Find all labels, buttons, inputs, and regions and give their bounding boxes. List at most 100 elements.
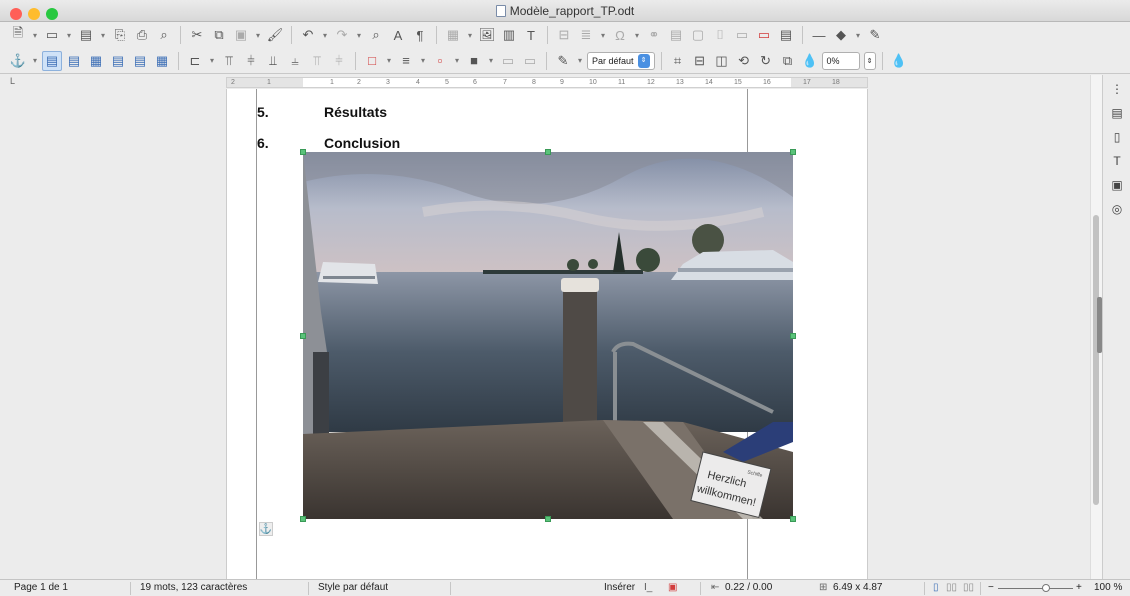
print-preview-icon[interactable]: ⌕ [154,25,174,45]
scrollbar-thumb[interactable] [1093,215,1099,505]
transparency-icon[interactable]: 💧 [800,51,820,71]
field-icon[interactable]: ≣ [576,25,596,45]
cross-reference-icon[interactable]: ▭ [732,25,752,45]
page-count[interactable]: Page 1 de 1 [14,580,68,596]
resize-handle-left[interactable] [300,333,306,339]
area-icon[interactable]: ■ [464,51,484,71]
document-area[interactable]: 5. Résultats 6. Conclusion Schiffe Herzl… [0,89,1090,579]
close-window-button[interactable] [10,8,22,20]
redo-icon[interactable]: ↷ [332,25,352,45]
flip-horizontal-icon[interactable]: ◫ [712,51,732,71]
anchor-dropdown-icon[interactable]: ▾ [30,51,40,71]
minimize-window-button[interactable] [28,8,40,20]
gallery-icon[interactable]: ▣ [1103,173,1130,197]
heading-number[interactable]: 6. [257,135,269,151]
rotate-mode-icon[interactable]: ↻ [756,51,776,71]
selection-mode-icon[interactable]: I_ [644,580,652,596]
zoom-in-button[interactable]: + [1076,580,1082,596]
endnote-icon[interactable]: ▢ [688,25,708,45]
zoom-slider-handle[interactable] [1042,584,1050,592]
footnote-icon[interactable]: ▤ [666,25,686,45]
image-filter-dropdown-icon[interactable]: ▾ [575,51,585,71]
wrap-left-icon[interactable]: ▤ [108,51,128,71]
shapes-dropdown-icon[interactable]: ▾ [853,25,863,45]
unlink-frames-icon[interactable]: ▭ [520,51,540,71]
align-top-icon[interactable]: ⫪ [219,51,239,71]
save-icon[interactable]: ▤ [76,25,96,45]
find-replace-icon[interactable]: ⌕ [366,25,386,45]
wrap-through-icon[interactable]: ▦ [152,51,172,71]
table-icon[interactable]: ▦ [443,25,463,45]
save-dropdown-icon[interactable]: ▾ [98,25,108,45]
wrap-right-icon[interactable]: ▤ [130,51,150,71]
single-page-view-icon[interactable]: ▯ [933,580,939,596]
paste-dropdown-icon[interactable]: ▾ [253,25,263,45]
new-dropdown-icon[interactable]: ▾ [30,25,40,45]
to-foreground-icon[interactable]: ⫪ [307,51,327,71]
export-pdf-icon[interactable]: ⎘ [110,25,130,45]
heading-conclusion[interactable]: Conclusion [324,135,400,151]
borders-dropdown-icon[interactable]: ▾ [384,51,394,71]
bring-front-icon[interactable]: ⫫ [263,51,283,71]
anchor-icon[interactable]: ⚓ [8,51,28,71]
wrap-off-icon[interactable]: ▤ [42,50,62,71]
page-style[interactable]: Style par défaut [318,580,388,596]
print-icon[interactable]: ⎙ [132,25,152,45]
compress-icon[interactable]: ⧉ [778,51,798,71]
multi-page-view-icon[interactable]: ▯▯ [946,580,957,596]
borders-icon[interactable]: □ [362,51,382,71]
maximize-window-button[interactable] [46,8,58,20]
optimal-wrap-icon[interactable]: ▦ [86,51,106,71]
shapes-icon[interactable]: ◆ [831,25,851,45]
area-dropdown-icon[interactable]: ▾ [486,51,496,71]
image-anchor-icon[interactable]: ⚓ [259,522,273,536]
formatting-marks-icon[interactable]: ¶ [410,25,430,45]
image-mode-select[interactable]: Par défaut ⇕ [587,51,655,70]
document-page[interactable]: 5. Résultats 6. Conclusion Schiffe Herzl… [226,89,868,579]
heading-number[interactable]: 5. [257,104,269,120]
spelling-icon[interactable]: A [388,25,408,45]
tab-stop-selector[interactable]: L [10,76,15,86]
zoom-level[interactable]: 100 % [1094,580,1122,596]
open-dropdown-icon[interactable]: ▾ [64,25,74,45]
text-box-icon[interactable]: T [521,25,541,45]
resize-handle-bottom-left[interactable] [300,516,306,522]
document-modified-icon[interactable]: ▣ [668,580,677,596]
border-color-dropdown-icon[interactable]: ▾ [452,51,462,71]
paste-icon[interactable]: ▣ [231,25,251,45]
ruler-bar[interactable]: 2 1 1 2 3 4 5 6 7 8 9 10 11 12 13 14 15 … [226,77,868,88]
insert-mode[interactable]: Insérer [604,580,635,596]
transparency-input[interactable]: 0% [821,51,860,70]
page-wrap-icon[interactable]: ▤ [64,51,84,71]
resize-handle-top[interactable] [545,149,551,155]
undo-dropdown-icon[interactable]: ▾ [320,25,330,45]
properties-icon[interactable]: ▤ [1103,101,1130,125]
align-center-icon[interactable]: ⫩ [241,51,261,71]
new-document-icon[interactable]: 🗎 [8,25,28,45]
horizontal-ruler[interactable]: L 2 1 1 2 3 4 5 6 7 8 9 10 11 12 13 14 1… [0,75,1090,89]
resize-handle-top-right[interactable] [790,149,796,155]
book-view-icon[interactable]: ▯▯ [963,580,974,596]
open-icon[interactable]: ▭ [42,25,62,45]
cut-icon[interactable]: ✂ [187,25,207,45]
page-break-icon[interactable]: ⊟ [554,25,574,45]
resize-handle-bottom-right[interactable] [790,516,796,522]
zoom-out-button[interactable]: − [988,580,994,596]
selected-image[interactable]: Schiffe Herzlich willkommen! [303,152,793,519]
send-back-icon[interactable]: ⫨ [285,51,305,71]
special-character-dropdown-icon[interactable]: ▾ [632,25,642,45]
clone-formatting-icon[interactable]: 🖌 [265,25,285,45]
navigator-icon[interactable]: ◎ [1103,197,1130,221]
zoom-slider-track[interactable] [998,588,1073,589]
track-changes-icon[interactable]: ▤ [776,25,796,45]
copy-icon[interactable]: ⧉ [209,25,229,45]
image-icon[interactable]: 🖼 [477,25,497,45]
link-frames-icon[interactable]: ▭ [498,51,518,71]
transparency-stepper[interactable]: ⇕ [863,51,876,70]
heading-resultats[interactable]: Résultats [324,104,387,120]
align-dropdown-icon[interactable]: ▾ [207,51,217,71]
table-dropdown-icon[interactable]: ▾ [465,25,475,45]
bookmark-icon[interactable]: ⌷ [710,25,730,45]
line-style-icon[interactable]: ≡ [396,51,416,71]
border-color-icon[interactable]: ▫ [430,51,450,71]
